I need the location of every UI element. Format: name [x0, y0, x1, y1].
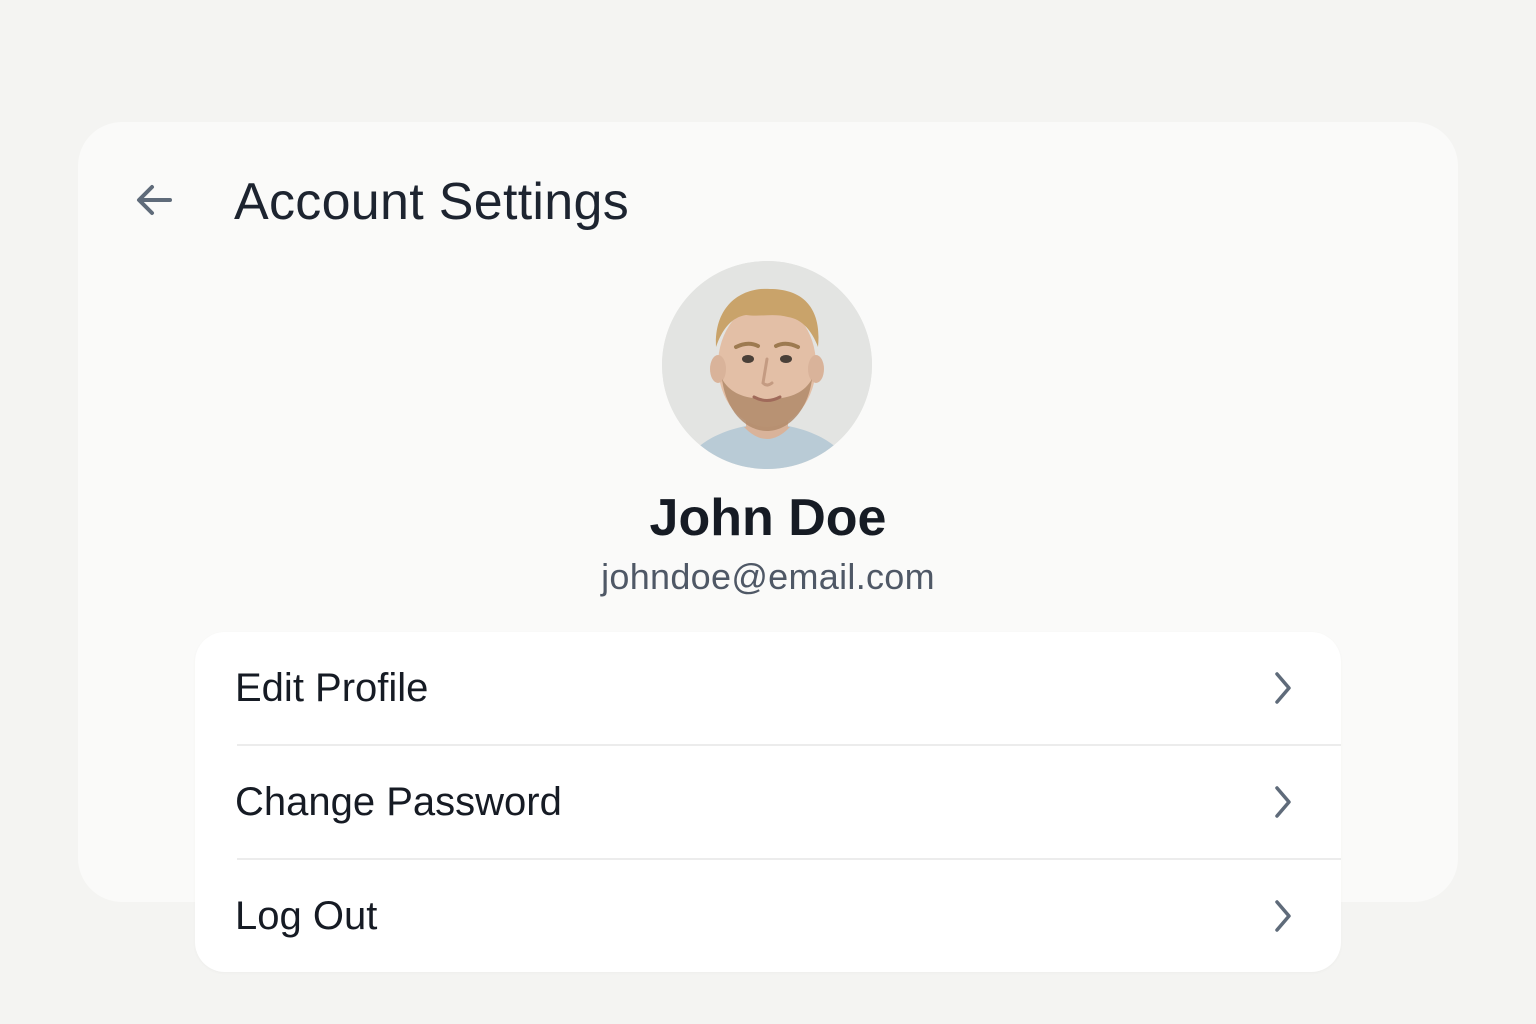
page-title: Account Settings [234, 173, 630, 231]
back-button[interactable] [126, 172, 182, 228]
menu-item-edit-profile[interactable]: Edit Profile [195, 632, 1341, 744]
menu-item-label: Change Password [235, 780, 562, 824]
chevron-right-icon [1271, 670, 1295, 706]
menu-item-log-out[interactable]: Log Out [195, 860, 1341, 972]
chevron-right-icon [1271, 898, 1295, 934]
avatar [662, 261, 872, 469]
menu-item-change-password[interactable]: Change Password [195, 746, 1341, 858]
user-email: johndoe@email.com [601, 556, 935, 597]
settings-menu: Edit Profile Change Password Log Out [195, 632, 1341, 972]
menu-item-label: Log Out [235, 894, 378, 938]
chevron-right-icon [1271, 784, 1295, 820]
arrow-left-icon[interactable] [132, 178, 176, 222]
user-name: John Doe [649, 489, 887, 547]
menu-item-label: Edit Profile [235, 666, 429, 710]
